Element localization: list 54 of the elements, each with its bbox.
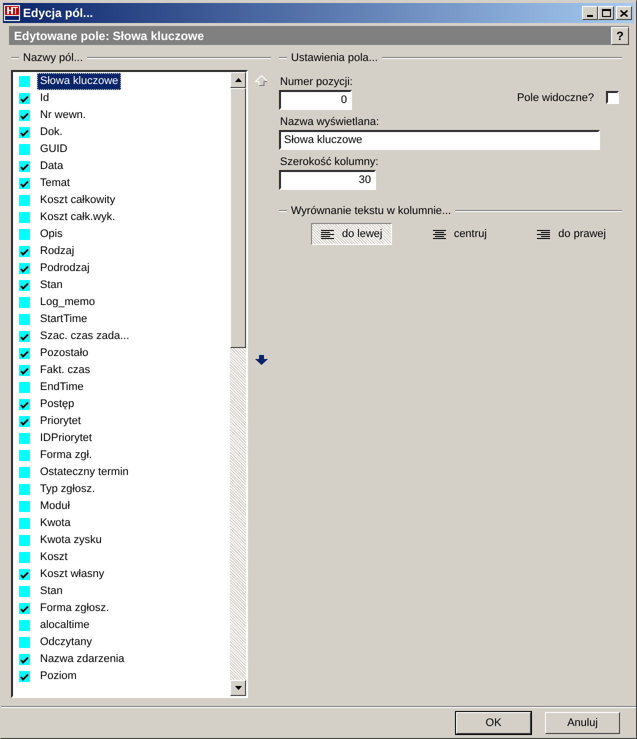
field-name[interactable]: IDPriorytet [37, 430, 95, 447]
alignment-button[interactable]: do lewej [311, 223, 392, 245]
group-label: Nazwy pól... [23, 52, 83, 64]
position-field[interactable]: 0 [279, 90, 352, 110]
field-name[interactable]: Podrodzaj [37, 260, 93, 277]
field-name[interactable]: Stan [37, 277, 66, 294]
column-width-field[interactable]: 30 [279, 170, 376, 190]
field-name[interactable]: Dok. [37, 124, 66, 141]
group-label: Wyrównanie tekstu w kolumnie... [291, 205, 452, 217]
cancel-button[interactable]: Anuluj [545, 712, 620, 734]
field-name[interactable]: Nazwa zdarzenia [37, 651, 128, 668]
field-name[interactable]: Koszt całkowity [37, 192, 118, 209]
field-name[interactable]: alocaltime [37, 617, 93, 634]
alignment-button[interactable]: do prawej [527, 223, 616, 245]
field-name[interactable]: Forma zgł. [37, 447, 95, 464]
ok-button[interactable]: OK [456, 712, 531, 734]
header-title: Edytowane pole: Słowa kluczowe [13, 28, 204, 42]
checkbox-label: Pole widoczne? [516, 92, 594, 104]
help-button[interactable]: ? [611, 26, 629, 44]
field-name[interactable]: Rodzaj [37, 243, 78, 260]
field-name[interactable]: Fakt. czas [37, 362, 94, 379]
field-name[interactable]: Słowa kluczowe [37, 73, 122, 90]
field-name[interactable]: Forma zgłosz. [37, 600, 112, 617]
group-label: Ustawienia pola... [291, 52, 378, 64]
field-name[interactable]: Szac. czas zada... [37, 328, 132, 345]
field-name[interactable]: Kwota [37, 515, 74, 532]
field-name[interactable]: Priorytet [37, 413, 84, 430]
field-name[interactable]: Odczytany [37, 634, 95, 651]
field-label: Nazwa wyświetlana: [280, 116, 380, 128]
field-name[interactable]: Data [37, 158, 66, 175]
field-name[interactable]: Koszt całk.wyk. [37, 209, 118, 226]
field-name[interactable]: Temat [37, 175, 73, 192]
field-name[interactable]: Koszt [37, 549, 71, 566]
field-name[interactable]: Log_memo [37, 294, 98, 311]
field-name[interactable]: Opis [37, 226, 66, 243]
field-name[interactable]: Nr wewn. [37, 107, 89, 124]
field-name[interactable]: Pozostało [37, 345, 92, 362]
field-name[interactable]: Postęp [37, 396, 78, 413]
field-name[interactable]: Kwota zysku [37, 532, 105, 549]
field-name[interactable]: Ostateczny termin [37, 464, 132, 481]
field-name[interactable]: Koszt własny [37, 566, 108, 583]
field-name[interactable]: Id [37, 90, 52, 107]
alignment-button[interactable]: centruj [422, 223, 497, 245]
window-title: Edycja pól... [23, 6, 94, 20]
field-label: Szerokość kolumny: [280, 156, 380, 168]
field-name[interactable]: Poziom [37, 668, 80, 685]
field-name[interactable]: Moduł [37, 498, 73, 515]
field-name[interactable]: GUID [37, 141, 70, 158]
field-name[interactable]: StartTime [37, 311, 90, 328]
field-name[interactable]: EndTime [37, 379, 87, 396]
field-label: Numer pozycji: [280, 76, 353, 88]
field-name[interactable]: Typ zgłosz. [37, 481, 98, 498]
field-name[interactable]: Stan [37, 583, 66, 600]
display-name-field[interactable]: Słowa kluczowe [279, 130, 600, 150]
